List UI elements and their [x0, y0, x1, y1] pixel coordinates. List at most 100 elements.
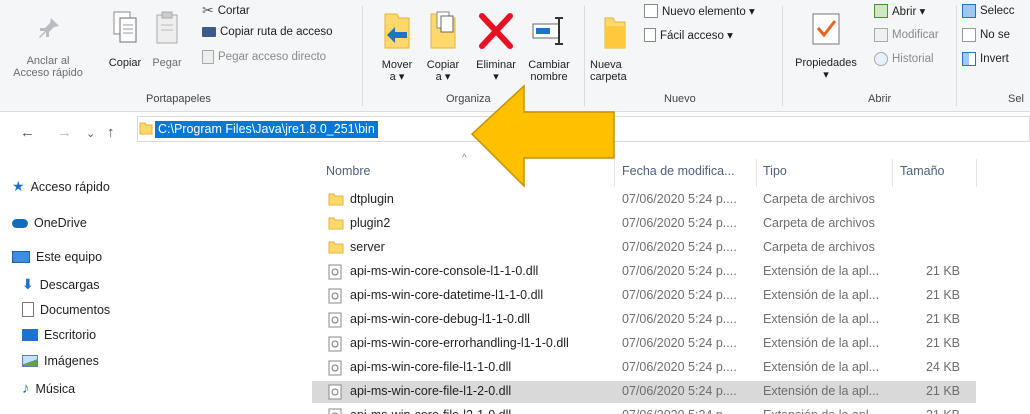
- paste-button[interactable]: Pegar: [146, 10, 188, 69]
- file-type: Carpeta de archivos: [763, 192, 875, 206]
- copy-folder-icon: [430, 11, 456, 49]
- properties-button[interactable]: Propiedades ▾: [786, 10, 866, 81]
- dll-file-icon: [328, 384, 342, 403]
- star-icon: ★: [12, 178, 25, 194]
- properties-label: Propiedades ▾: [795, 57, 857, 81]
- file-name: api-ms-win-core-errorhandling-l1-1-0.dll: [350, 336, 569, 350]
- music-note-icon: ♪: [22, 380, 30, 397]
- back-arrow-icon[interactable]: ←: [20, 124, 35, 141]
- history-button[interactable]: Historial: [874, 52, 934, 66]
- new-folder-button[interactable]: Nueva carpeta: [590, 10, 640, 83]
- nav-onedrive[interactable]: OneDrive: [12, 216, 87, 230]
- file-name: api-ms-win-core-file-l2-1-0.dll: [350, 408, 511, 414]
- file-date: 07/06/2020 5:24 p....: [622, 216, 737, 230]
- new-folder-label: Nueva carpeta: [590, 59, 627, 83]
- column-header-name[interactable]: Nombre: [326, 164, 370, 178]
- nav-documents[interactable]: Documentos: [22, 302, 110, 317]
- pin-quick-access-button[interactable]: Anclar al Acceso rápido: [8, 14, 88, 79]
- paste-label: Pegar: [152, 57, 182, 69]
- easy-access-button[interactable]: Fácil acceso ▾: [644, 28, 733, 42]
- table-row[interactable]: server 07/06/2020 5:24 p.... Carpeta de ar…: [312, 237, 976, 259]
- nav-quick-access[interactable]: ★ Acceso rápido: [12, 178, 110, 195]
- dll-file-icon: [328, 336, 342, 355]
- nav-label: Documentos: [40, 302, 111, 317]
- file-type: Carpeta de archivos: [763, 240, 875, 254]
- nav-label: Escritorio: [44, 328, 97, 342]
- invert-selection-button[interactable]: Invert: [962, 52, 1009, 66]
- column-header-type[interactable]: Tipo: [763, 164, 787, 178]
- new-item-label: Nuevo elemento ▾: [662, 6, 755, 18]
- copy-to-button[interactable]: Copiar a ▾: [420, 10, 466, 83]
- table-row[interactable]: api-ms-win-core-errorhandling-l1-1-0.dll…: [312, 333, 976, 355]
- easy-access-icon: [644, 28, 656, 42]
- file-date: 07/06/2020 5:24 p....: [622, 312, 737, 326]
- select-all-icon: [962, 4, 976, 18]
- group-label-open: Abrir: [868, 93, 892, 105]
- nav-label: Música: [35, 381, 76, 396]
- file-type: Extensión de la apl...: [763, 408, 879, 414]
- pin-icon: [39, 18, 59, 38]
- table-row[interactable]: api-ms-win-core-file-l1-2-0.dll 07/06/202…: [312, 381, 976, 403]
- picture-icon: [22, 355, 38, 367]
- select-none-icon: [962, 28, 976, 42]
- select-none-button[interactable]: No se: [962, 28, 1010, 42]
- folder-icon: [139, 122, 153, 135]
- forward-arrow-icon[interactable]: →: [57, 124, 72, 141]
- table-row[interactable]: api-ms-win-core-debug-l1-1-0.dll 07/06/20…: [312, 309, 976, 331]
- copy-button[interactable]: Copiar: [104, 10, 146, 69]
- address-path[interactable]: C:\Program Files\Java\jre1.8.0_251\bin: [155, 121, 378, 138]
- file-size: 21 KB: [925, 336, 960, 350]
- table-row[interactable]: api-ms-win-core-file-l2-1-0.dll 07/06/202…: [312, 405, 976, 414]
- edit-button[interactable]: Modificar: [874, 28, 939, 42]
- paste-shortcut-icon: [202, 50, 214, 64]
- nav-music[interactable]: ♪ Música: [22, 380, 75, 397]
- properties-icon: [812, 13, 840, 45]
- file-size: 21 KB: [926, 408, 960, 414]
- nav-label: Este equipo: [36, 250, 103, 264]
- navigation-pane: ★ Acceso rápido OneDrive Este equipo ⬇ D…: [0, 160, 310, 414]
- file-name: dtplugin: [350, 192, 394, 206]
- column-header-date[interactable]: Fecha de modifica...: [622, 164, 735, 178]
- nav-downloads[interactable]: ⬇ Descargas: [22, 276, 99, 293]
- table-row[interactable]: api-ms-win-core-datetime-l1-1-0.dll 07/06…: [312, 285, 976, 307]
- column-separator: [892, 159, 893, 187]
- table-row[interactable]: dtplugin 07/06/2020 5:24 p.... Carpeta de …: [312, 189, 976, 211]
- copy-path-button[interactable]: Copiar ruta de acceso: [202, 26, 333, 38]
- file-date: 07/06/2020 5:24 p....: [622, 288, 737, 302]
- paste-shortcut-button[interactable]: Pegar acceso directo: [202, 50, 326, 64]
- nav-label: OneDrive: [34, 216, 87, 230]
- copy-to-label: Copiar a ▾: [426, 59, 460, 83]
- up-arrow-icon[interactable]: ↑: [107, 124, 115, 141]
- invert-selection-label: Invert: [980, 53, 1009, 65]
- document-icon: [22, 302, 34, 317]
- table-row[interactable]: api-ms-win-core-console-l1-1-0.dll 07/06/…: [312, 261, 976, 283]
- chevron-down-icon[interactable]: ⌄: [86, 127, 95, 140]
- dll-file-icon: [328, 408, 342, 414]
- cut-button[interactable]: ✂ Cortar: [202, 2, 250, 19]
- nav-this-pc[interactable]: Este equipo: [12, 250, 102, 264]
- file-name: server: [350, 240, 385, 254]
- select-all-button[interactable]: Selecc: [962, 4, 1015, 18]
- folder-icon: [328, 216, 344, 233]
- table-row[interactable]: api-ms-win-core-file-l1-1-0.dll 07/06/202…: [312, 357, 976, 379]
- file-date: 07/06/2020 5:24 p....: [622, 192, 737, 206]
- group-label-clipboard: Portapapeles: [146, 93, 211, 105]
- column-header-size[interactable]: Tamaño: [900, 164, 944, 178]
- delete-x-icon: [479, 13, 513, 49]
- rename-button[interactable]: Cambiar nombre: [522, 10, 576, 83]
- new-item-button[interactable]: Nuevo elemento ▾: [644, 4, 755, 18]
- nav-desktop[interactable]: Escritorio: [22, 328, 96, 342]
- history-icon: [874, 52, 888, 66]
- dll-file-icon: [328, 312, 342, 331]
- delete-label: Eliminar ▾: [476, 59, 516, 83]
- table-row[interactable]: plugin2 07/06/2020 5:24 p.... Carpeta de a…: [312, 213, 976, 235]
- cut-label: Cortar: [217, 4, 250, 17]
- new-item-icon: [644, 4, 658, 18]
- delete-button[interactable]: Eliminar ▾: [470, 10, 522, 83]
- move-to-button[interactable]: Mover a ▾: [374, 10, 420, 83]
- file-type: Extensión de la apl...: [763, 288, 880, 302]
- open-button[interactable]: Abrir ▾: [874, 4, 925, 18]
- desktop-icon: [22, 329, 38, 341]
- edit-label: Modificar: [892, 29, 939, 41]
- nav-pictures[interactable]: Imágenes: [22, 354, 99, 368]
